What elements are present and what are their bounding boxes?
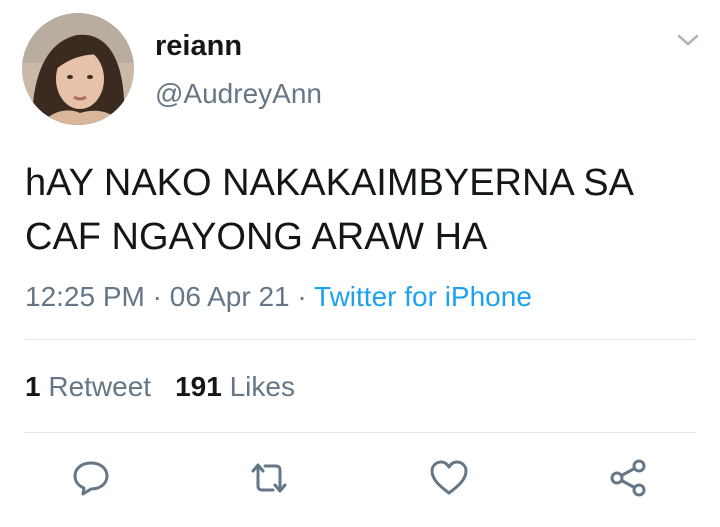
heart-icon [430, 460, 468, 495]
tweet-text-line-1: hAY NAKO NAKAKAIMBYERNA SA [25, 162, 634, 204]
share-button[interactable] [608, 458, 648, 498]
tweet-source-link[interactable]: Twitter for iPhone [314, 281, 532, 312]
user-handle[interactable]: @AudreyAnn [155, 77, 322, 111]
chevron-down-icon[interactable] [674, 30, 702, 50]
tweet-date[interactable]: 06 Apr 21 [170, 281, 290, 312]
retweet-count: 1 [25, 371, 41, 402]
tweet-time[interactable]: 12:25 PM [25, 281, 145, 312]
tweet-card: reiann @AudreyAnn hAY NAKO NAKAKAIMBYERN… [0, 0, 720, 527]
reply-button[interactable] [71, 458, 111, 498]
meta-separator: · [152, 281, 162, 312]
reply-icon [73, 461, 109, 496]
meta-separator: · [297, 281, 307, 312]
tweet-meta: 12:25 PM · 06 Apr 21 · Twitter for iPhon… [25, 279, 532, 315]
retweet-icon [251, 463, 287, 493]
like-label: Likes [229, 371, 295, 402]
tweet-text: hAY NAKO NAKAKAIMBYERNA SA CAF NGAYONG AR… [25, 156, 705, 264]
divider [25, 339, 695, 340]
retweet-label: Retweet [48, 371, 152, 402]
share-icon [610, 459, 646, 497]
retweet-stat[interactable]: 1 Retweet [25, 371, 151, 402]
like-count: 191 [175, 371, 222, 402]
avatar[interactable] [22, 13, 134, 125]
divider [25, 432, 695, 433]
retweet-button[interactable] [249, 458, 289, 498]
like-button[interactable] [429, 458, 469, 498]
tweet-text-line-2: CAF NGAYONG ARAW HA [25, 216, 488, 258]
like-stat[interactable]: 191 Likes [175, 371, 295, 402]
display-name[interactable]: reiann [155, 29, 242, 63]
tweet-stats: 1 Retweet 191 Likes [25, 369, 295, 405]
